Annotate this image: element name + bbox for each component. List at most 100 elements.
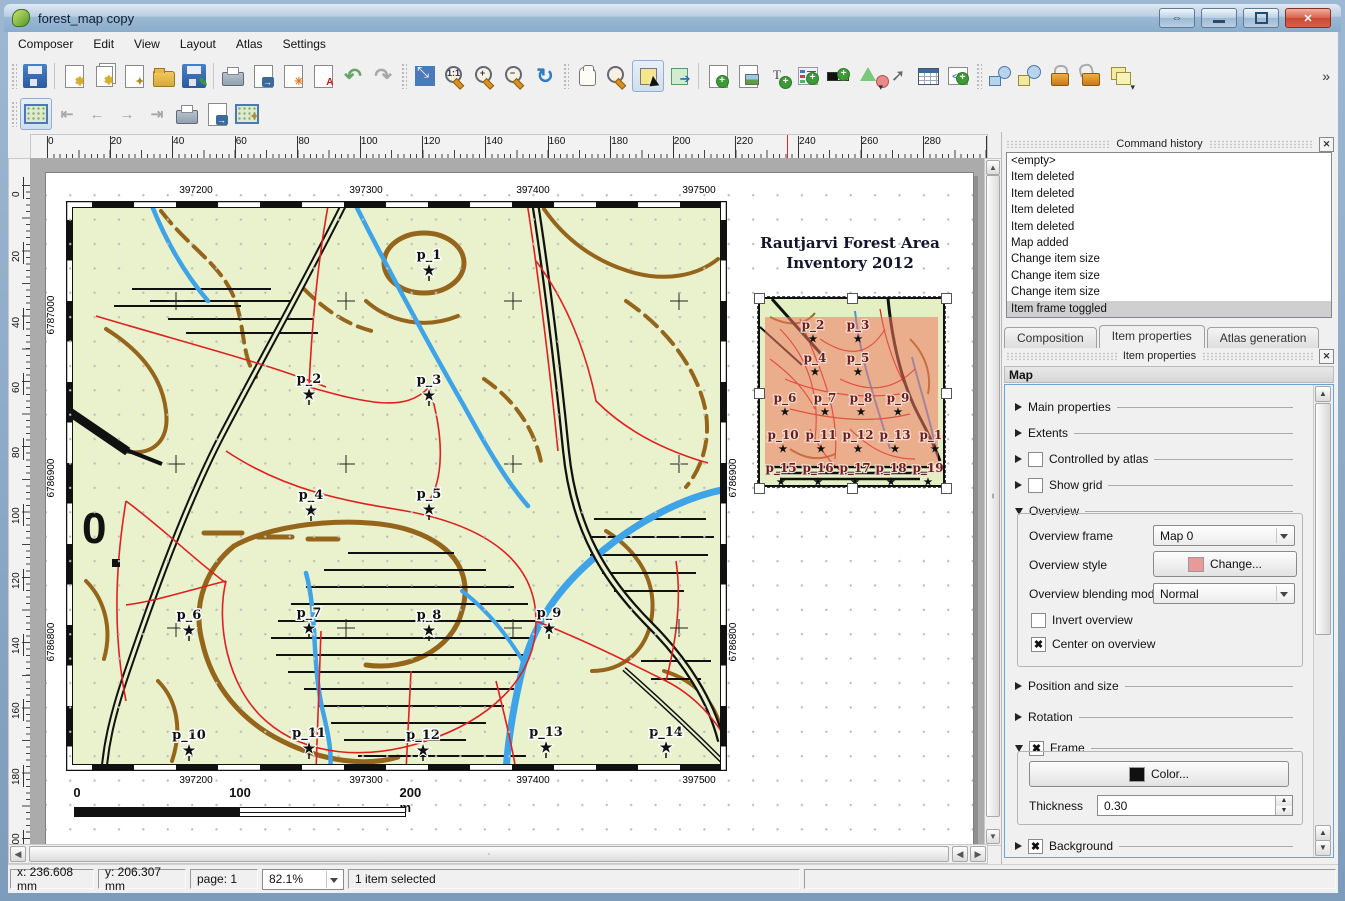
add-label-button[interactable] (763, 61, 793, 91)
toolbar-grip[interactable] (11, 101, 17, 127)
raise-items-button[interactable] (1105, 61, 1135, 91)
zoom-full-button[interactable] (410, 61, 440, 91)
horizontal-scroll-thumb[interactable] (29, 846, 949, 862)
zoom-out-button[interactable]: − (500, 61, 530, 91)
menu-composer[interactable]: Composer (8, 34, 83, 54)
composition-page[interactable]: 0 p_1★p_2★p_3★p_4★p_5★p_6★p_7★p_8★p_9★p_… (45, 172, 974, 844)
print-button[interactable] (218, 61, 248, 91)
atlas-settings-button[interactable] (232, 99, 262, 129)
toolbar-grip[interactable] (401, 63, 407, 89)
add-new-map-button[interactable] (703, 61, 733, 91)
zoom-1-1-button[interactable]: 1:1 (440, 61, 470, 91)
first-feature-button[interactable] (52, 99, 82, 129)
next-feature-button[interactable] (112, 99, 142, 129)
tab-composition[interactable]: Composition (1004, 327, 1097, 348)
section-rotation[interactable]: Rotation (1015, 708, 1293, 726)
export-atlas-as-image-button[interactable] (202, 99, 232, 129)
properties-scroll-up[interactable]: ▲ (1315, 386, 1331, 402)
scroll-up-arrow[interactable]: ▲ (986, 160, 1000, 175)
command-history-item[interactable]: Item deleted (1007, 202, 1331, 218)
toolbar-grip[interactable] (563, 63, 569, 89)
command-history-item[interactable]: Item deleted (1007, 169, 1331, 185)
section-controlled-by-atlas[interactable]: Controlled by atlas (1015, 450, 1293, 468)
add-legend-button[interactable] (793, 61, 823, 91)
ungroup-items-button[interactable] (1015, 61, 1045, 91)
command-history-item[interactable]: Item deleted (1007, 219, 1331, 235)
last-feature-button[interactable] (142, 99, 172, 129)
section-position-and-size[interactable]: Position and size (1015, 677, 1293, 695)
title-bar[interactable]: forest_map copy ⇔ ✕ (4, 4, 1341, 32)
command-history-close-icon[interactable]: ✕ (1319, 137, 1334, 152)
selection-handle[interactable] (941, 293, 952, 304)
zoom-in-button[interactable]: + (470, 61, 500, 91)
command-history-item[interactable]: Item frame toggled (1007, 301, 1331, 317)
duplicate-composition-button[interactable] (89, 61, 119, 91)
select-move-item-button[interactable] (632, 60, 664, 92)
item-properties-titlebar[interactable]: Item properties ✕ (1002, 348, 1338, 364)
map-item[interactable]: 0 p_1★p_2★p_3★p_4★p_5★p_6★p_7★p_8★p_9★p_… (66, 201, 727, 771)
move-item-content-button[interactable] (664, 61, 694, 91)
save-project-button[interactable] (20, 61, 50, 91)
preview-atlas-button[interactable] (20, 98, 52, 130)
section-main-properties[interactable]: Main properties (1015, 398, 1293, 416)
menu-view[interactable]: View (124, 34, 170, 54)
refresh-view-button[interactable] (530, 61, 560, 91)
close-button[interactable]: ✕ (1285, 8, 1331, 28)
properties-scroll-up-2[interactable]: ▲ (1315, 825, 1331, 841)
command-history-item[interactable]: Change item size (1007, 284, 1331, 300)
thickness-spinbox[interactable]: 0.30 ▲▼ (1097, 795, 1293, 816)
selection-handle[interactable] (941, 483, 952, 494)
add-shape-button[interactable] (853, 61, 883, 91)
command-history-item[interactable]: Change item size (1007, 268, 1331, 284)
add-arrow-button[interactable] (883, 61, 913, 91)
add-image-button[interactable] (733, 61, 763, 91)
vertical-scrollbar[interactable]: ▲ ▼ (984, 158, 1002, 846)
command-history-item[interactable]: <empty> (1007, 153, 1331, 169)
zoom-level-combobox[interactable]: 82.1% (262, 869, 344, 890)
properties-scroll-thumb[interactable] (1315, 403, 1331, 635)
map-title-item[interactable]: Rautjarvi Forest Area Inventory 2012 (710, 233, 986, 273)
command-history-titlebar[interactable]: Command history ✕ (1002, 136, 1338, 152)
toolbar-grip[interactable] (976, 63, 982, 89)
print-atlas-button[interactable] (172, 99, 202, 129)
invert-overview-checkbox[interactable] (1031, 613, 1046, 628)
spin-down-icon[interactable]: ▼ (1276, 806, 1292, 816)
overview-style-change-button[interactable]: Change... (1153, 551, 1297, 577)
add-scalebar-button[interactable] (823, 61, 853, 91)
selection-handle[interactable] (754, 388, 765, 399)
scalebar-item[interactable]: 0100200 m (74, 785, 434, 825)
selection-handle[interactable] (847, 293, 858, 304)
add-attribute-table-button[interactable] (913, 61, 943, 91)
toolbar-grip[interactable] (11, 63, 17, 89)
menu-atlas[interactable]: Atlas (226, 34, 273, 54)
menu-layout[interactable]: Layout (170, 34, 226, 54)
overview-blending-dropdown[interactable]: Normal (1153, 583, 1295, 604)
new-composition-button[interactable] (59, 61, 89, 91)
scroll-left-arrow[interactable]: ◀ (10, 846, 26, 862)
controlled-by-atlas-checkbox[interactable] (1028, 452, 1043, 467)
selection-handle[interactable] (754, 293, 765, 304)
selection-handle[interactable] (941, 388, 952, 399)
center-on-overview-checkbox[interactable] (1031, 637, 1046, 652)
section-show-grid[interactable]: Show grid (1015, 476, 1293, 494)
spin-buttons[interactable]: ▲▼ (1275, 796, 1292, 815)
command-history-item[interactable]: Change item size (1007, 251, 1331, 267)
show-grid-checkbox[interactable] (1028, 478, 1043, 493)
section-background[interactable]: Background (1015, 837, 1293, 855)
minimize-button[interactable] (1201, 8, 1237, 28)
selection-handle[interactable] (847, 483, 858, 494)
canvas-viewport[interactable]: 0 p_1★p_2★p_3★p_4★p_5★p_6★p_7★p_8★p_9★p_… (30, 158, 986, 844)
zoom-region-button[interactable] (602, 61, 632, 91)
properties-scroll-down[interactable]: ▼ (1315, 840, 1331, 856)
scroll-down-arrow[interactable]: ▼ (986, 829, 1000, 844)
redo-button[interactable] (368, 61, 398, 91)
background-checkbox[interactable] (1028, 839, 1043, 854)
section-extents[interactable]: Extents (1015, 424, 1293, 442)
horizontal-scrollbar[interactable]: ◀ ◀ ▶ (8, 844, 988, 864)
overview-map-item[interactable]: p_2★p_3★p_4★p_5★p_6★p_7★p_8★p_9★p_10★p_1… (754, 293, 949, 491)
export-as-pdf-button[interactable] (308, 61, 338, 91)
scroll-left-arrow-2[interactable]: ◀ (952, 846, 968, 862)
composition-manager-button[interactable] (119, 61, 149, 91)
load-template-button[interactable] (149, 61, 179, 91)
lock-items-button[interactable] (1045, 61, 1075, 91)
